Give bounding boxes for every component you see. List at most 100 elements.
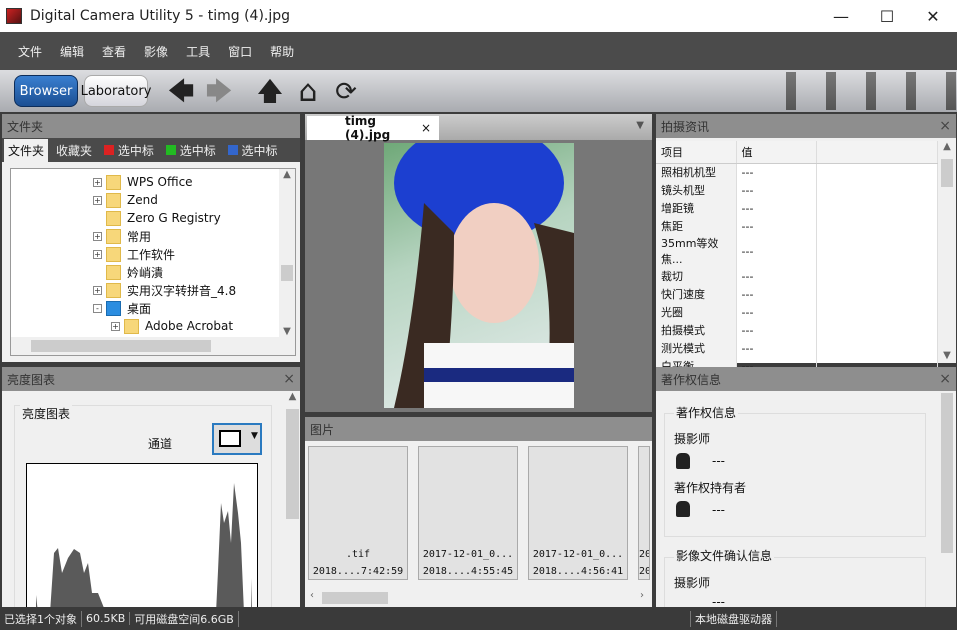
- tree-item-label: WPS Office: [127, 175, 193, 189]
- table-row[interactable]: 测光模式 ---: [656, 339, 938, 357]
- toolbar-grip[interactable]: [946, 72, 956, 110]
- thumbnails-scrollbar[interactable]: ‹ ›: [306, 590, 650, 606]
- tab-folders[interactable]: 文件夹: [4, 139, 49, 162]
- close-icon[interactable]: ×: [421, 121, 431, 135]
- expand-icon[interactable]: +: [93, 249, 102, 259]
- channel-label: 通道: [148, 437, 173, 451]
- menu-tools[interactable]: 工具: [186, 43, 210, 60]
- tree-item[interactable]: + Adobe Acrobat: [93, 317, 295, 335]
- tree-item-label: 工作软件: [127, 247, 176, 262]
- tree-item[interactable]: + Zend: [93, 191, 295, 209]
- refresh-icon[interactable]: ⟳: [331, 78, 361, 106]
- title-bar: Digital Camera Utility 5 - timg (4).jpg …: [0, 0, 957, 32]
- image-tab[interactable]: timg (4).jpg ×: [307, 114, 439, 142]
- row-item: 照相机机型: [656, 163, 737, 181]
- row-item: 快门速度: [656, 285, 737, 303]
- tree-item[interactable]: + 工作软件: [93, 245, 295, 263]
- histogram-scrollbar[interactable]: ▲: [285, 391, 300, 607]
- tree-item-label: 常用: [127, 229, 152, 244]
- green-mark-icon: [165, 145, 176, 155]
- table-row[interactable]: 增距镜 ---: [656, 199, 938, 217]
- menu-edit[interactable]: 编辑: [60, 43, 84, 60]
- folder-tree: + WPS Office + Zend Zero G Registry + 常用 + 工作软件妗…: [10, 168, 296, 356]
- tab-mark-blue[interactable]: 选中标: [224, 139, 282, 162]
- expand-icon[interactable]: +: [93, 231, 102, 241]
- channel-select[interactable]: ▼: [212, 423, 262, 455]
- menu-help[interactable]: 帮助: [270, 43, 294, 60]
- row-item: 增距镜: [656, 199, 737, 217]
- folder-icon: [106, 246, 121, 262]
- expand-icon[interactable]: +: [111, 321, 120, 331]
- tree-item[interactable]: Zero G Registry: [93, 209, 295, 227]
- close-icon[interactable]: ×: [939, 118, 951, 134]
- toolbar-grip[interactable]: [786, 72, 796, 110]
- collapse-icon[interactable]: -: [93, 303, 102, 313]
- table-row[interactable]: 镜头机型 ---: [656, 181, 938, 199]
- tree-item[interactable]: + 常用: [93, 227, 295, 245]
- table-row[interactable]: 裁切 ---: [656, 267, 938, 285]
- browser-button[interactable]: Browser: [14, 75, 78, 107]
- thumbnail[interactable]: .tif 2018....7:42:59: [308, 446, 408, 580]
- toolbar-grip[interactable]: [866, 72, 876, 110]
- table-row[interactable]: 35mm等效焦... ---: [656, 235, 938, 267]
- tab-mark-green[interactable]: 选中标: [162, 139, 220, 162]
- photographer-label: 摄影师: [674, 576, 711, 590]
- tree-item[interactable]: + 实用汉字转拼音_4.8: [93, 281, 295, 299]
- table-row[interactable]: 拍摄模式 ---: [656, 321, 938, 339]
- tree-item[interactable]: + WPS Office: [93, 173, 295, 191]
- toolbar-grip[interactable]: [906, 72, 916, 110]
- thumbnail[interactable]: 20 20: [638, 446, 650, 580]
- table-row[interactable]: 照相机机型 ---: [656, 163, 938, 181]
- thumbnail[interactable]: 2017-12-01_0... 2018....4:56:41: [528, 446, 628, 580]
- row-item: 镜头机型: [656, 181, 737, 199]
- folder-icon: [106, 210, 121, 226]
- tree-item[interactable]: 妗峭潰: [93, 263, 295, 281]
- tree-item-label: Zend: [127, 193, 158, 207]
- tab-mark-red[interactable]: 选中标: [100, 139, 158, 162]
- toolbar-grip[interactable]: [826, 72, 836, 110]
- expand-icon[interactable]: +: [93, 177, 102, 187]
- up-arrow-icon[interactable]: 🡅: [255, 78, 285, 106]
- thumbnail[interactable]: 2017-12-01_0... 2018....4:55:45: [418, 446, 518, 580]
- forward-arrow-icon[interactable]: 🡆: [204, 78, 234, 106]
- menu-image[interactable]: 影像: [144, 43, 168, 60]
- tree-horizontal-scrollbar[interactable]: [11, 337, 295, 355]
- table-row[interactable]: 焦距 ---: [656, 217, 938, 235]
- photographer-label: 摄影师: [674, 432, 711, 446]
- maximize-button[interactable]: ☐: [864, 0, 910, 32]
- row-value: ---: [736, 267, 817, 285]
- minimize-button[interactable]: —: [818, 0, 864, 32]
- close-icon[interactable]: ×: [283, 371, 295, 387]
- tab-favorites[interactable]: 收藏夹: [52, 139, 96, 162]
- row-value: ---: [736, 235, 817, 267]
- home-icon[interactable]: ⌂: [293, 77, 323, 107]
- tree-vertical-scrollbar[interactable]: ▲ ▼: [279, 169, 295, 337]
- close-button[interactable]: ✕: [910, 0, 956, 32]
- copyright-scrollbar[interactable]: [939, 391, 955, 607]
- thumbnail-name: .tif: [345, 549, 371, 560]
- shooting-info-panel: 拍摄资讯 × 项目值照相机机型 --- 镜头机型 --- 增距镜 --- 焦距 --- 35mm等…: [656, 114, 956, 375]
- col-item[interactable]: 项目: [656, 141, 737, 164]
- menu-bar: 文件 编辑 查看 影像 工具 窗口 帮助: [0, 32, 957, 70]
- table-row[interactable]: 快门速度 ---: [656, 285, 938, 303]
- chevron-down-icon[interactable]: ▼: [636, 120, 644, 131]
- menu-view[interactable]: 查看: [102, 43, 126, 60]
- row-empty: [816, 285, 938, 303]
- menu-file[interactable]: 文件: [18, 43, 42, 60]
- thumbnail-name: 2017-12-01_0...: [422, 549, 514, 560]
- status-size: 60.5KB: [82, 612, 131, 625]
- back-arrow-icon[interactable]: 🡄: [166, 78, 196, 106]
- tree-item[interactable]: - 桌面: [93, 299, 295, 317]
- table-row[interactable]: 光圈 ---: [656, 303, 938, 321]
- row-empty: [816, 181, 938, 199]
- tree-item-label: Zero G Registry: [127, 211, 221, 225]
- desktop-icon: [106, 300, 121, 316]
- expand-icon[interactable]: +: [93, 195, 102, 205]
- laboratory-button[interactable]: Laboratory: [81, 75, 151, 107]
- row-empty: [816, 163, 938, 181]
- col-value[interactable]: 值: [736, 141, 817, 164]
- expand-icon[interactable]: +: [93, 285, 102, 295]
- menu-window[interactable]: 窗口: [228, 43, 252, 60]
- shooting-scrollbar[interactable]: ▲ ▼: [939, 141, 955, 361]
- close-icon[interactable]: ×: [939, 371, 951, 387]
